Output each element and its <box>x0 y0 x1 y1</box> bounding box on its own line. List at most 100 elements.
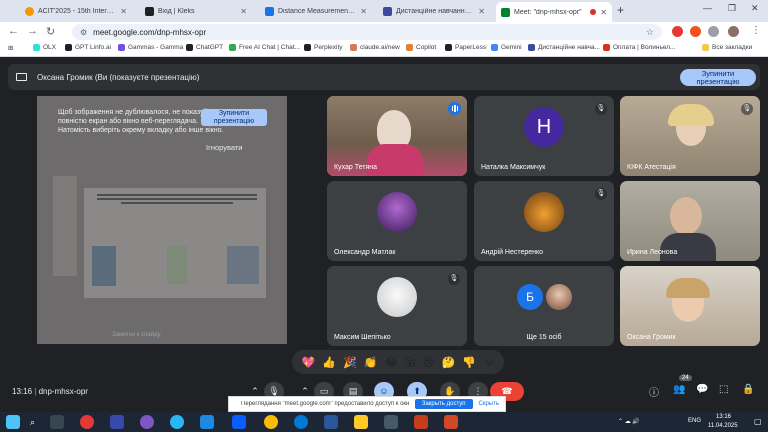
reaction-thinking[interactable]: 🤔 <box>442 356 456 369</box>
participant-tile[interactable]: Олександр Матлак <box>327 181 467 261</box>
app-icon[interactable] <box>384 415 398 429</box>
reaction-smile[interactable]: ☺ <box>483 356 494 368</box>
telegram-icon[interactable] <box>170 415 184 429</box>
clock-time[interactable]: 13:16 <box>716 414 731 420</box>
notifications-icon[interactable]: ▢ <box>754 417 762 426</box>
clock-date[interactable]: 11.04.2025 <box>708 423 738 429</box>
menu-icon[interactable]: ⋮ <box>751 25 761 36</box>
powerpoint-icon[interactable] <box>414 415 428 429</box>
close-icon[interactable]: ✕ <box>240 7 247 16</box>
folder-icon[interactable] <box>354 415 368 429</box>
people-icon[interactable]: 👥 <box>673 384 685 395</box>
participant-tile[interactable]: Кухар Тетяна <box>327 96 467 176</box>
task-view-icon[interactable] <box>50 415 64 429</box>
language-indicator[interactable]: ENG <box>688 418 701 424</box>
app-icon[interactable] <box>200 415 214 429</box>
apps-icon[interactable]: ⊞ <box>8 44 13 52</box>
bookmark-perplexity[interactable]: Perplexity <box>304 44 343 51</box>
back-icon[interactable]: ← <box>8 25 19 37</box>
viber-icon[interactable] <box>140 415 154 429</box>
hide-notification-button[interactable]: Скрыть <box>479 401 499 407</box>
reaction-heart[interactable]: 💖 <box>302 356 316 369</box>
bookmark-olx[interactable]: OLX <box>33 44 56 51</box>
close-window-icon[interactable]: ✕ <box>751 3 759 14</box>
site-icon <box>528 44 535 51</box>
close-icon[interactable]: ✕ <box>120 7 127 16</box>
participant-tile[interactable]: 🎙 КІФК Атестація <box>620 96 760 176</box>
opera-icon[interactable] <box>80 415 94 429</box>
bookmark-star-icon[interactable]: ☆ <box>646 27 654 38</box>
extension-icon[interactable] <box>690 26 701 37</box>
participant-tile[interactable]: Ирина Леонова <box>620 181 760 261</box>
participant-tile[interactable]: 🎙 Максим Шепітько <box>327 266 467 346</box>
reaction-surprised[interactable]: 😮 <box>405 356 416 369</box>
ignore-button[interactable]: Ігнорувати <box>206 143 243 152</box>
participant-tile[interactable]: 🎙 Андрій Нестеренко <box>474 181 614 261</box>
perplexity-icon <box>304 44 311 51</box>
bookmark-payment[interactable]: Оплата | Волиньел... <box>603 44 675 51</box>
close-icon[interactable]: ✕ <box>360 7 367 16</box>
info-icon[interactable]: ⓘ <box>649 384 659 399</box>
mic-off-icon: 🎙 <box>595 188 607 200</box>
reaction-clap[interactable]: 👏 <box>364 356 378 369</box>
host-controls-icon[interactable]: 🔒 <box>742 384 754 395</box>
bookmark-gamma[interactable]: Gammas - Gamma <box>118 44 183 51</box>
windows-start-icon[interactable] <box>6 415 20 429</box>
new-tab-button[interactable]: + <box>617 3 624 17</box>
bookmark-label: Все закладки <box>712 44 753 51</box>
share-stop-button[interactable]: Зупинити презентацію <box>201 109 267 126</box>
bookmark-free-ai-chat[interactable]: Free AI Chat | Chat... <box>229 44 300 51</box>
extension-icon[interactable] <box>672 26 683 37</box>
participant-hair <box>668 104 714 126</box>
chrome-icon[interactable] <box>264 415 278 429</box>
reaction-party[interactable]: 🎉 <box>343 356 357 369</box>
app-icon[interactable] <box>110 415 124 429</box>
extensions-puzzle-icon[interactable] <box>708 26 719 37</box>
bookmark-paperless[interactable]: PaperLess <box>445 44 486 51</box>
meet-favicon-icon <box>501 7 510 17</box>
forward-icon[interactable]: → <box>27 25 38 37</box>
close-icon[interactable]: ✕ <box>600 8 607 17</box>
bookmark-gemini[interactable]: Gemini <box>491 44 522 51</box>
reload-icon[interactable]: ↻ <box>46 25 55 38</box>
powerpoint-icon[interactable] <box>444 415 458 429</box>
participant-tile[interactable]: Оксана Громик <box>620 266 760 346</box>
system-tray-icons[interactable]: ⌃ ☁ 🔊 <box>618 418 640 425</box>
bookmark-claude[interactable]: claude.ai/new <box>350 44 400 51</box>
tab-acit[interactable]: ACIT'2025 - 15th International ✕ <box>20 2 132 20</box>
minimize-icon[interactable]: — <box>703 3 712 13</box>
tab-distance-learning[interactable]: Дистанційне навчання в ВСП ✕ <box>378 2 490 20</box>
maximize-icon[interactable]: ❐ <box>728 3 736 14</box>
bookmark-label: Free AI Chat | Chat... <box>239 44 300 51</box>
bookmark-gpt-linfo[interactable]: GPT Linfo.ai <box>65 44 111 51</box>
tab-title: Meet: "dnp-mhsx-opr" <box>514 8 582 16</box>
reaction-sad[interactable]: 😢 <box>423 356 434 369</box>
chat-icon[interactable]: 💬 <box>696 384 708 395</box>
avatar <box>546 284 572 310</box>
site-info-icon[interactable]: ⚙ <box>80 28 87 37</box>
bookmark-distance-learning[interactable]: Дистанційне навча... <box>528 44 600 51</box>
activities-icon[interactable]: ⬚ <box>719 384 728 395</box>
stop-presenting-button[interactable]: Зупинити презентацію <box>680 69 756 86</box>
bookmark-chatgpt[interactable]: ChatGPT <box>186 44 223 51</box>
word-icon[interactable] <box>324 415 338 429</box>
reaction-thumbs-up[interactable]: 👍 <box>322 356 336 369</box>
url-input[interactable]: ⚙ meet.google.com/dnp-mhsx-opr ☆ <box>72 24 662 40</box>
search-icon[interactable]: ⌕ <box>30 417 35 428</box>
tab-distance[interactable]: Distance Measurement using A ✕ <box>260 2 372 20</box>
all-bookmarks[interactable]: Все закладки <box>702 44 752 51</box>
reaction-laugh[interactable]: 😂 <box>385 356 398 369</box>
participant-group-tile[interactable]: Б Ще 15 осіб <box>474 266 614 346</box>
sharing-notification: Переглядання "meet.google.com" предостав… <box>228 396 506 412</box>
zoom-icon[interactable] <box>232 415 246 429</box>
bookmark-label: Gemini <box>501 44 522 51</box>
reaction-thumbs-down[interactable]: 👎 <box>462 356 476 369</box>
edge-icon[interactable] <box>294 415 308 429</box>
profile-avatar[interactable] <box>728 26 739 37</box>
stop-sharing-button[interactable]: Закрыть доступ <box>414 399 473 409</box>
tab-kleks[interactable]: Вхід | Kleks ✕ <box>140 2 252 20</box>
participant-tile[interactable]: Н 🎙 Наталка Максимчук <box>474 96 614 176</box>
bookmark-copilot[interactable]: Copilot <box>406 44 436 51</box>
tab-meet[interactable]: Meet: "dnp-mhsx-opr" ✕ <box>496 2 612 22</box>
close-icon[interactable]: ✕ <box>478 7 485 16</box>
